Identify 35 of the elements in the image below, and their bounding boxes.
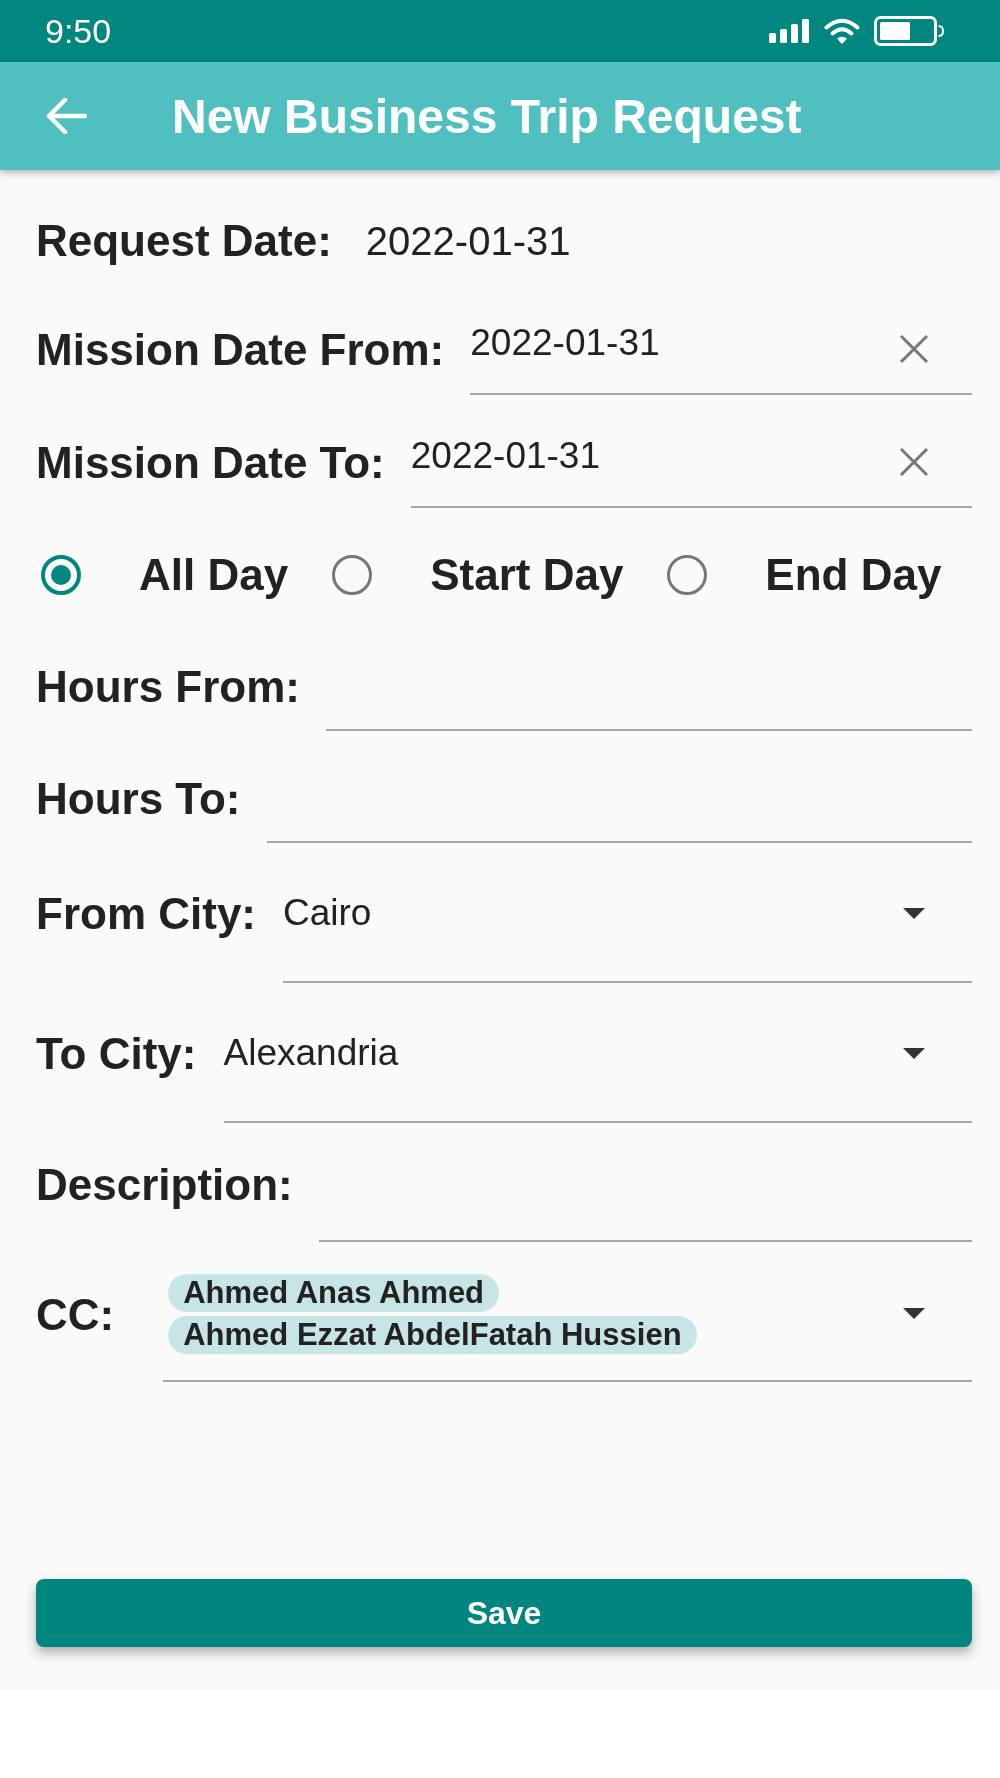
caret-icon[interactable] <box>903 1308 925 1319</box>
field-label: Request Date: <box>36 216 332 266</box>
status-time: 9:50 <box>45 14 112 48</box>
field-label: Hours From: <box>36 661 300 712</box>
radio-button[interactable] <box>41 555 81 595</box>
date-field[interactable]: 2022-01-31 <box>470 304 972 395</box>
radio-label: Start Day <box>430 550 624 600</box>
recipient-chip: Ahmed Anas Ahmed <box>168 1273 500 1312</box>
field-label: CC: <box>36 1289 115 1340</box>
signal-icon <box>769 19 810 43</box>
clear-icon[interactable] <box>899 333 929 364</box>
recipient-chip: Ahmed Ezzat AbdelFatah Hussien <box>168 1315 697 1354</box>
field-label: From City: <box>36 889 256 939</box>
multi-select-field[interactable]: Ahmed Anas Ahmed Ahmed Ezzat AbdelFatah Hussien <box>163 1247 972 1382</box>
request-date-value: 2022-01-31 <box>365 218 571 264</box>
field-label: Description: <box>36 1159 293 1210</box>
page-title: New Business Trip Request <box>172 88 802 144</box>
radio-button[interactable] <box>332 555 373 595</box>
dropdown-field[interactable]: Cairo <box>283 845 972 983</box>
field-label: Mission Date To: <box>36 437 385 488</box>
back-arrow-icon[interactable] <box>45 98 87 134</box>
field-label: Hours To: <box>36 773 241 824</box>
date-field[interactable]: 2022-01-31 <box>410 417 972 508</box>
radio-label: All Day <box>139 550 289 600</box>
radio-button[interactable] <box>667 555 708 595</box>
caret-icon[interactable] <box>903 1047 925 1059</box>
field-label: To City: <box>36 1029 197 1079</box>
caret-icon[interactable] <box>903 907 925 919</box>
field-label: Mission Date From: <box>36 324 445 375</box>
dropdown-field[interactable]: Alexandria <box>223 985 972 1123</box>
radio-label: End Day <box>765 550 942 600</box>
battery-icon <box>874 16 944 46</box>
wifi-icon <box>824 17 860 45</box>
clear-icon[interactable] <box>899 446 929 477</box>
save-button[interactable]: Save <box>36 1579 972 1647</box>
